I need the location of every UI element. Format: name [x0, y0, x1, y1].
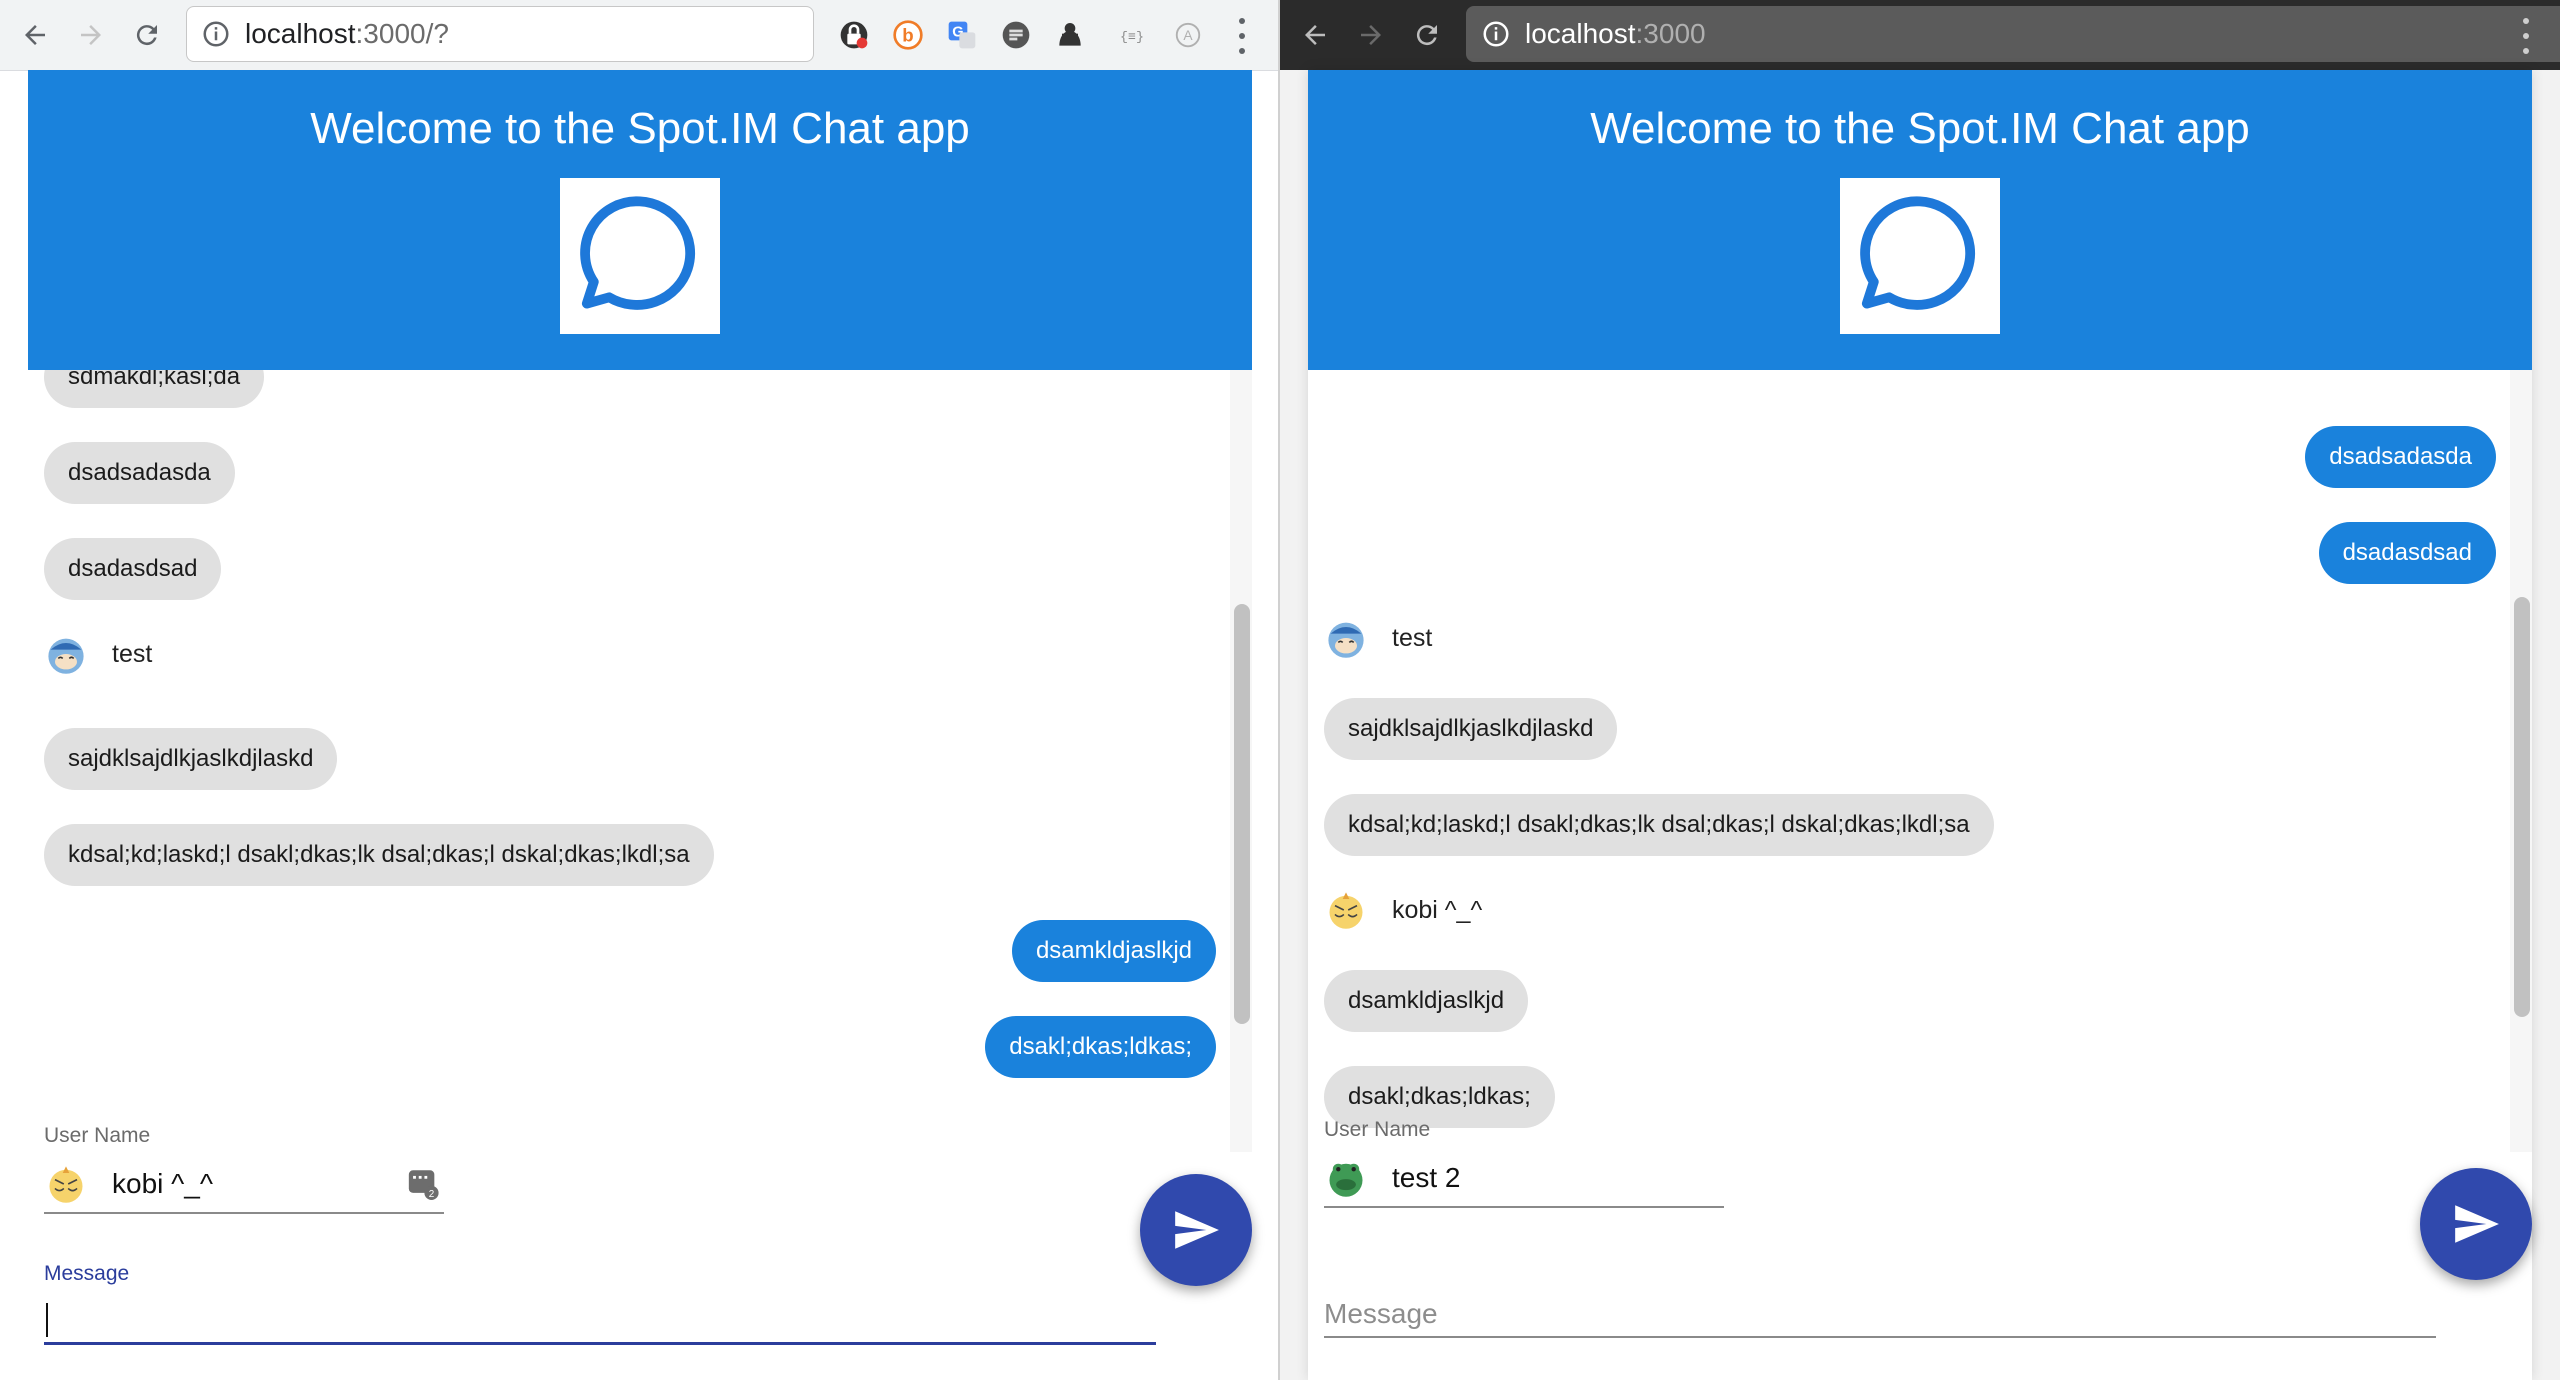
reload-icon[interactable]	[1406, 14, 1448, 56]
scrollbar-thumb[interactable]	[1234, 604, 1250, 1024]
address-bar[interactable]: localhost:3000/?	[186, 6, 814, 62]
message-bubble-own: dsakl;dkas;ldkas;	[985, 1016, 1216, 1078]
keyboard-icon[interactable]: 2	[406, 1166, 440, 1200]
user-name-label: User Name	[44, 1124, 151, 1147]
send-icon	[2455, 1205, 2499, 1243]
send-button[interactable]	[2420, 1168, 2532, 1280]
back-arrow-icon[interactable]	[14, 14, 56, 56]
author-name: kobi ^_^	[1392, 895, 1483, 924]
message-placeholder: Message	[1324, 1298, 1438, 1329]
message-bubble: dsadasdsad	[44, 538, 222, 600]
app-title: Welcome to the Spot.IM Chat app	[310, 104, 970, 153]
app-header: Welcome to the Spot.IM Chat app	[1308, 70, 2532, 370]
message-label: Message	[44, 1262, 130, 1285]
url-text: localhost:3000/?	[245, 18, 449, 49]
forward-arrow-icon[interactable]	[1350, 14, 1392, 56]
browser-toolbar: localhost:3000/? b G {≡} A	[0, 0, 1280, 71]
cat-avatar-icon	[1328, 622, 1364, 658]
app-header: Welcome to the Spot.IM Chat app	[28, 70, 1252, 370]
message-bubble-own: dsadasdsad	[2318, 522, 2496, 584]
extension-json-icon[interactable]: {≡}	[1114, 17, 1150, 53]
message-list[interactable]: dsadsadasda dsadasdsad test sajdklsajdlk…	[1308, 370, 2532, 1152]
frog-avatar-icon	[1329, 1163, 1363, 1197]
message-bubble: kdsal;kd;laskd;l dsakl;dkas;lk dsal;dkas…	[44, 824, 714, 886]
author-name: test	[112, 639, 153, 668]
user-name-field[interactable]: kobi ^_^ 2	[44, 1156, 444, 1214]
text-cursor	[46, 1303, 48, 1337]
message-author: test	[1324, 616, 1432, 660]
extension-ninja-icon[interactable]	[1052, 17, 1088, 53]
scrollbar-thumb[interactable]	[2514, 597, 2530, 1017]
chick-avatar-icon	[1329, 892, 1363, 929]
reload-icon[interactable]	[126, 14, 168, 56]
scrollbar[interactable]	[1230, 370, 1252, 1152]
svg-text:{≡}: {≡}	[1120, 30, 1144, 45]
author-name: test	[1392, 623, 1433, 652]
kebab-menu-icon[interactable]	[1232, 18, 1252, 54]
translate-icon[interactable]: G	[944, 17, 980, 53]
message-bubble: sajdklsajdlkjaslkdjlaskd	[44, 728, 338, 790]
user-name-label: User Name	[1324, 1118, 1431, 1141]
kebab-menu-icon[interactable]	[2516, 18, 2536, 54]
chat-bubble-logo-icon	[1840, 178, 2000, 334]
forward-arrow-icon[interactable]	[70, 14, 112, 56]
chat-app: Welcome to the Spot.IM Chat app sdmakdl;…	[28, 70, 1252, 1380]
info-icon[interactable]	[1481, 19, 1511, 49]
chat-bubble-logo-icon	[560, 178, 720, 334]
extension-a-icon[interactable]: A	[1170, 17, 1206, 53]
cat-avatar-icon	[48, 638, 84, 674]
extension-puzzle-icon[interactable]	[998, 17, 1034, 53]
scrollbar[interactable]	[2510, 370, 2532, 1152]
message-author: kobi ^_^	[1324, 888, 1482, 932]
right-browser-window: localhost:3000 Welcome to the Spot.IM Ch…	[1280, 0, 2560, 1380]
user-name-value: kobi ^_^	[112, 1168, 213, 1199]
extension-b-icon[interactable]: b	[890, 17, 926, 53]
message-bubble: kdsal;kd;laskd;l dsakl;dkas;lk dsal;dkas…	[1324, 794, 1994, 856]
message-bubble: dsamkldjaslkjd	[1324, 970, 1529, 1032]
message-list[interactable]: sdmakdl;kasl;da dsadsadasda dsadasdsad t…	[28, 370, 1252, 1152]
url-text: localhost:3000	[1525, 18, 1706, 49]
back-arrow-icon[interactable]	[1294, 14, 1336, 56]
message-bubble-own: dsadsadasda	[2305, 426, 2496, 488]
message-input[interactable]	[44, 1298, 1156, 1345]
browser-toolbar-dark: localhost:3000	[1280, 0, 2560, 70]
message-bubble-own: dsamkldjaslkjd	[1011, 920, 1216, 982]
info-icon[interactable]	[201, 19, 231, 49]
message-bubble: dsadsadasda	[44, 442, 235, 504]
user-name-value: test 2	[1392, 1162, 1461, 1193]
chick-avatar-icon	[49, 1166, 83, 1203]
message-author: test	[44, 632, 152, 676]
send-button[interactable]	[1140, 1174, 1252, 1286]
svg-text:b: b	[902, 25, 913, 46]
chat-app: Welcome to the Spot.IM Chat app dsadsada…	[1308, 70, 2532, 1380]
app-title: Welcome to the Spot.IM Chat app	[1590, 104, 2250, 153]
extension-lock-icon[interactable]	[836, 17, 872, 53]
svg-text:A: A	[1183, 28, 1193, 43]
svg-text:2: 2	[429, 1189, 435, 1200]
address-bar[interactable]: localhost:3000	[1466, 6, 2560, 62]
message-input[interactable]: Message	[1324, 1294, 2436, 1338]
left-browser-window: localhost:3000/? b G {≡} A Welcome to th…	[0, 0, 1280, 1380]
message-bubble: sajdklsajdlkjaslkdjlaskd	[1324, 698, 1618, 760]
user-name-field[interactable]: test 2	[1324, 1150, 1724, 1208]
message-bubble: sdmakdl;kasl;da	[44, 370, 265, 408]
send-icon	[1175, 1211, 1219, 1249]
